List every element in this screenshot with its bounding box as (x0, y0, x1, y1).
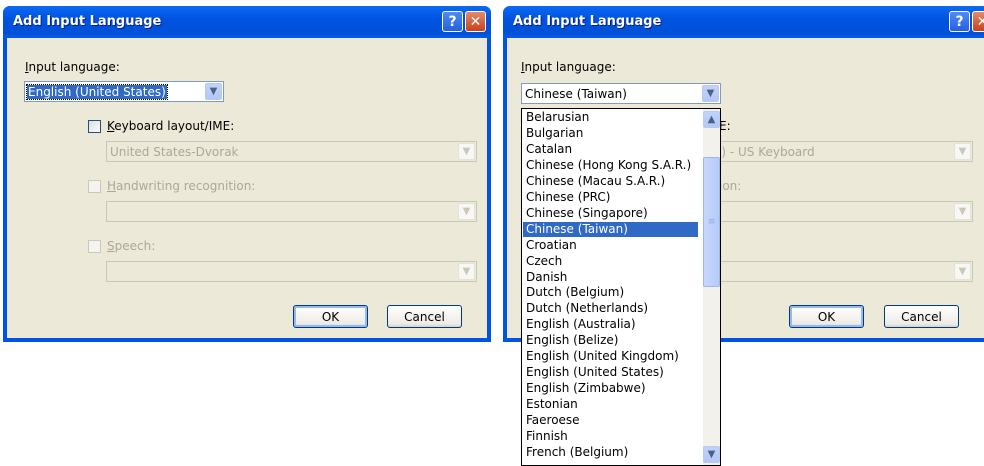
dropdown-option[interactable]: Croatian (523, 238, 698, 253)
dropdown-option[interactable]: Czech (523, 254, 698, 269)
title-bar[interactable]: Add Input Language ? ✕ (503, 6, 984, 38)
chevron-down-icon: ▼ (707, 449, 716, 460)
dropdown-option[interactable]: Bulgarian (523, 126, 698, 141)
scroll-down-button[interactable]: ▼ (703, 446, 720, 463)
vertical-scrollbar[interactable]: ▲ ≡ ▼ (703, 109, 720, 465)
dropdown-option[interactable]: Finnish (523, 429, 698, 444)
help-button[interactable]: ? (949, 11, 970, 32)
chevron-down-icon[interactable]: ▼ (954, 263, 971, 280)
dialog-title: Add Input Language (13, 14, 162, 29)
help-button[interactable]: ? (442, 11, 463, 32)
speech-select[interactable]: ▼ (697, 261, 973, 282)
help-icon: ? (955, 13, 964, 30)
dropdown-option[interactable]: French (Belgium) (523, 445, 698, 460)
handwriting-select[interactable]: ▼ (106, 201, 477, 222)
dropdown-option[interactable]: Dutch (Belgium) (523, 285, 698, 300)
grip-icon: ≡ (707, 217, 716, 227)
dropdown-option[interactable]: English (United States) (523, 365, 698, 380)
dropdown-option[interactable]: Chinese (Taiwan) (523, 221, 698, 237)
help-icon: ? (448, 13, 457, 30)
speech-select[interactable]: ▼ (106, 261, 477, 282)
ok-button[interactable]: OK (293, 305, 368, 328)
dropdown-option[interactable]: Belarusian (523, 110, 698, 125)
dropdown-option[interactable]: Dutch (Netherlands) (523, 301, 698, 316)
keyboard-layout-value: United States-Dvorak (110, 145, 239, 159)
handwriting-select[interactable]: ▼ (697, 201, 973, 222)
dropdown-option[interactable]: Chinese (Singapore) (523, 206, 698, 221)
input-language-value: English (United States) (26, 84, 168, 100)
speech-checkbox[interactable] (88, 240, 101, 253)
input-language-label: Input language: (25, 60, 120, 74)
input-language-select[interactable]: English (United States) ▼ (24, 81, 224, 102)
dropdown-option[interactable]: Faeroese (523, 413, 698, 428)
close-button[interactable]: ✕ (465, 11, 486, 32)
chevron-down-icon[interactable]: ▼ (458, 263, 475, 280)
cancel-button[interactable]: Cancel (884, 305, 959, 328)
chevron-down-icon[interactable]: ▼ (954, 203, 971, 220)
dialog-title: Add Input Language (513, 14, 662, 29)
cancel-button[interactable]: Cancel (387, 305, 462, 328)
handwriting-label: Handwriting recognition: (107, 179, 256, 193)
ok-button[interactable]: OK (789, 305, 864, 328)
chevron-down-icon[interactable]: ▼ (458, 203, 475, 220)
speech-label: Speech: (107, 239, 156, 253)
chevron-up-icon: ▲ (707, 114, 716, 125)
input-language-select[interactable]: Chinese (Taiwan) ▼ (521, 83, 721, 104)
dropdown-option[interactable]: Chinese (Macau S.A.R.) (523, 174, 698, 189)
dropdown-option[interactable]: Chinese (PRC) (523, 190, 698, 205)
keyboard-layout-label: Keyboard layout/IME: (107, 119, 235, 133)
input-language-value: Chinese (Taiwan) (525, 87, 627, 101)
dialog-body: Input language: English (United States) … (7, 38, 487, 338)
chevron-down-icon[interactable]: ▼ (458, 143, 475, 160)
close-icon: ✕ (469, 13, 482, 30)
dropdown-option[interactable]: Chinese (Hong Kong S.A.R.) (523, 158, 698, 173)
chevron-down-icon[interactable]: ▼ (205, 83, 222, 100)
close-icon: ✕ (976, 13, 984, 30)
input-language-label: Input language: (521, 60, 616, 74)
dropdown-option[interactable]: English (Belize) (523, 333, 698, 348)
dropdown-option[interactable]: Catalan (523, 142, 698, 157)
dropdown-option[interactable]: Estonian (523, 397, 698, 412)
keyboard-layout-value: l) - US Keyboard (718, 145, 815, 159)
handwriting-label: ion: (719, 179, 742, 193)
dropdown-option[interactable]: English (Zimbabwe) (523, 381, 698, 396)
dropdown-option[interactable]: English (Australia) (523, 317, 698, 332)
title-bar[interactable]: Add Input Language ? ✕ (3, 6, 491, 38)
close-button[interactable]: ✕ (972, 11, 984, 32)
dropdown-option[interactable]: Danish (523, 270, 698, 285)
input-language-dropdown-list[interactable]: Belarusian Bulgarian Catalan Chinese (Hong … (521, 108, 721, 466)
keyboard-layout-select[interactable]: United States-Dvorak ▼ (106, 141, 477, 162)
keyboard-layout-checkbox[interactable] (88, 120, 101, 133)
handwriting-checkbox[interactable] (88, 180, 101, 193)
add-input-language-dialog: Add Input Language ? ✕ Input language: E… (3, 6, 491, 342)
keyboard-layout-select[interactable]: l) - US Keyboard ▼ (697, 141, 973, 162)
chevron-down-icon[interactable]: ▼ (702, 85, 719, 102)
dropdown-option[interactable]: English (United Kingdom) (523, 349, 698, 364)
chevron-down-icon[interactable]: ▼ (954, 143, 971, 160)
scroll-up-button[interactable]: ▲ (703, 111, 720, 128)
scrollbar-thumb[interactable]: ≡ (703, 157, 720, 287)
